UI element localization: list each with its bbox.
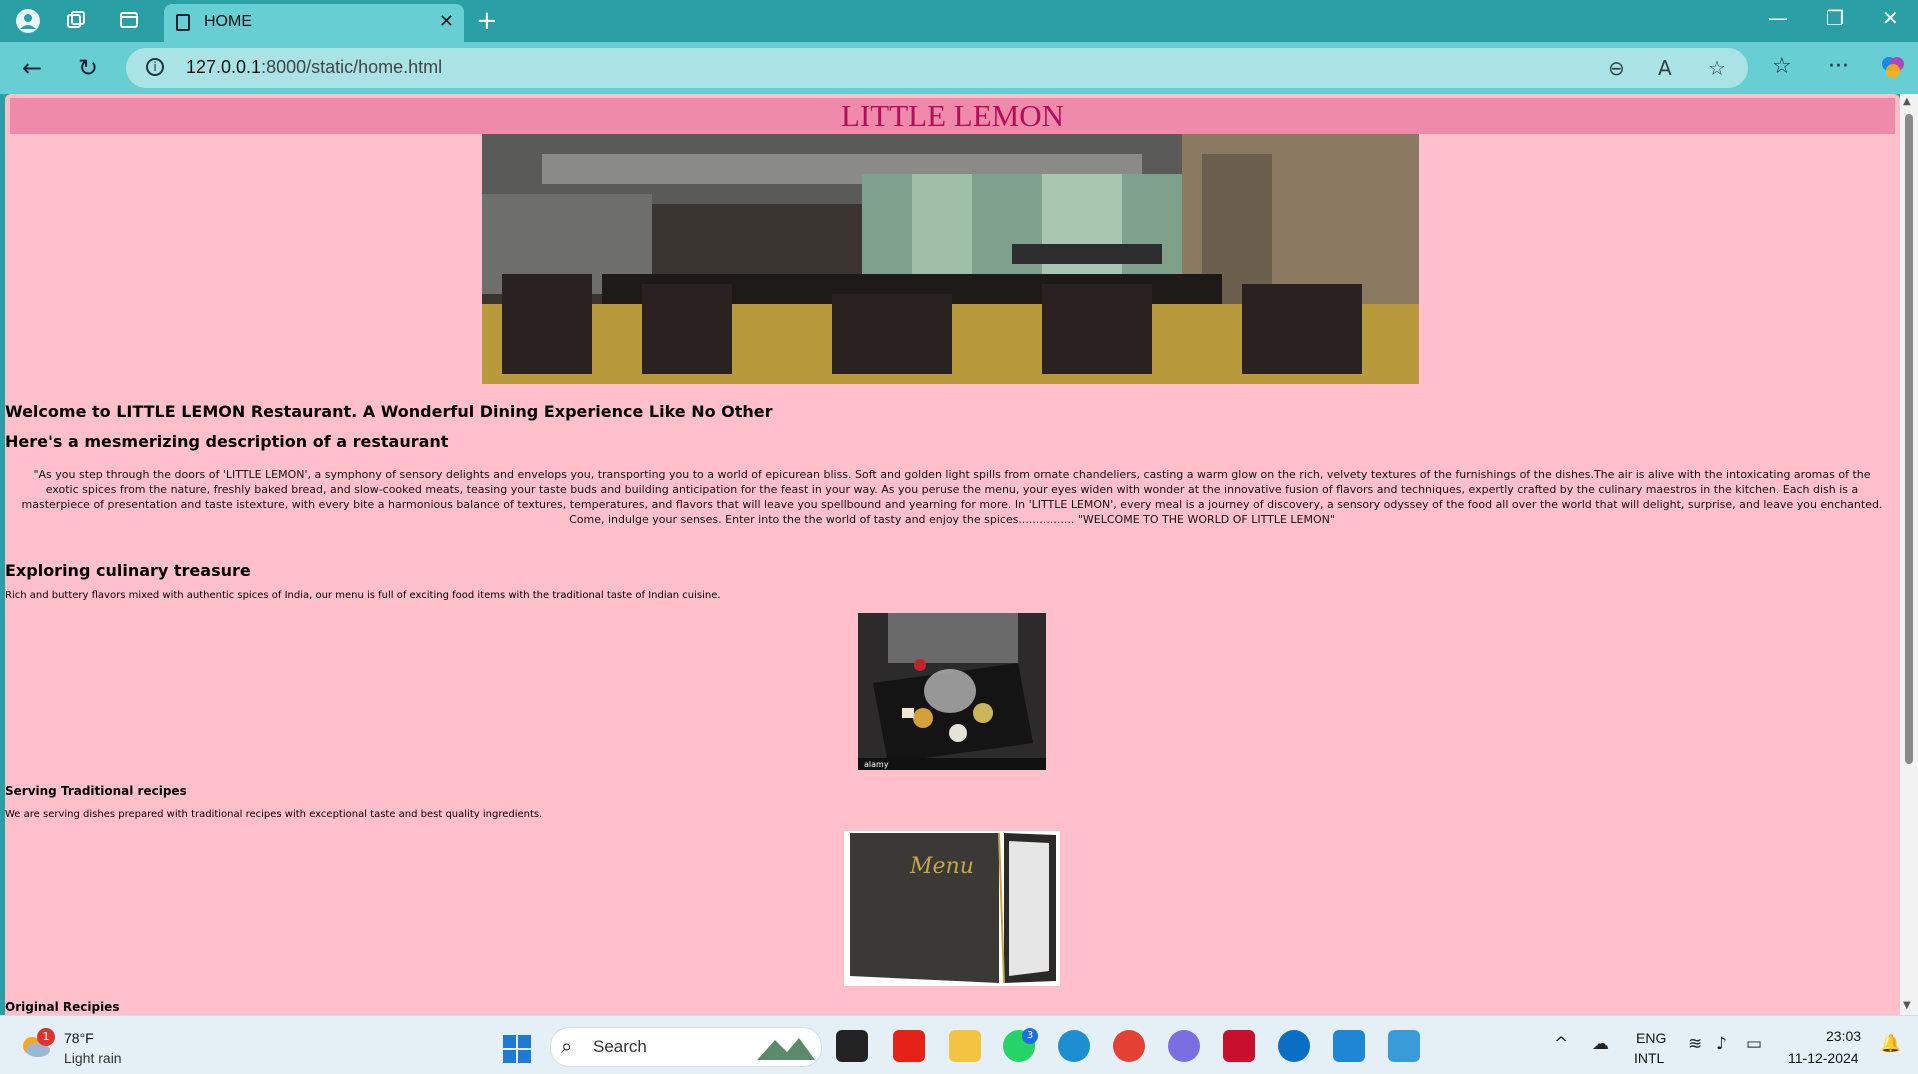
profile-icon[interactable] (16, 9, 40, 33)
minimize-icon[interactable]: — (1768, 6, 1788, 30)
scroll-up-icon[interactable]: ▲ (1903, 96, 1911, 107)
onedrive-icon[interactable]: ☁ (1592, 1034, 1609, 1054)
explore-heading: Exploring culinary treasure (5, 561, 251, 580)
serving-text: We are serving dishes prepared with trad… (5, 809, 543, 820)
mcafee-icon[interactable] (1223, 1030, 1255, 1062)
search-highlight-icon (757, 1038, 815, 1060)
tab-home[interactable]: HOME ✕ (164, 4, 464, 42)
favorites-icon[interactable]: ☆ (1772, 54, 1792, 79)
photos-icon[interactable] (1388, 1030, 1420, 1062)
page-viewport: LITTLE LEMON Welcome to LITTLE LEMON Res… (5, 94, 1900, 1015)
back-icon[interactable]: ← (22, 54, 42, 82)
task-view-icon[interactable] (836, 1030, 868, 1062)
restaurant-interior-image (482, 134, 1419, 384)
clock-time[interactable]: 23:03 (1826, 1028, 1861, 1044)
language-line2[interactable]: INTL (1634, 1050, 1664, 1066)
menu-cover-text: Menu (909, 854, 974, 879)
edge-icon[interactable] (1058, 1030, 1090, 1062)
wifi-icon[interactable]: ≋ (1688, 1034, 1702, 1054)
windows-taskbar: 1 78°F Light rain ⌕ Search 3 ^ ☁ ENG INT… (0, 1015, 1918, 1074)
address-bar[interactable]: i 127.0.0.1:8000/static/home.html ⊖ A ☆ (126, 48, 1748, 88)
scroll-thumb[interactable] (1905, 114, 1913, 764)
windows-start-icon[interactable] (503, 1035, 531, 1063)
description-paragraph: "As you step through the doors of 'LITTL… (21, 468, 1883, 526)
tab-title: HOME (204, 13, 252, 30)
temperature[interactable]: 78°F (64, 1030, 94, 1046)
favorite-star-icon[interactable]: ☆ (1708, 56, 1726, 80)
food-image-watermark: alamy (864, 760, 889, 769)
welcome-heading: Welcome to LITTLE LEMON Restaurant. A Wo… (5, 402, 773, 421)
dell-icon[interactable] (1278, 1030, 1310, 1062)
food-platter-image: alamy (858, 613, 1046, 770)
clock-date[interactable]: 11-12-2024 (1788, 1050, 1859, 1066)
zoom-icon[interactable]: ⊖ (1608, 56, 1625, 80)
page-icon (176, 14, 190, 31)
search-placeholder: Search (593, 1037, 647, 1056)
copilot-icon[interactable] (1880, 54, 1906, 86)
notification-bell-icon[interactable]: 🔔 (1880, 1034, 1901, 1054)
explore-text: Rich and buttery flavors mixed with auth… (5, 590, 721, 601)
language-line1[interactable]: ENG (1636, 1030, 1666, 1046)
taskbar-search[interactable]: ⌕ Search (550, 1027, 822, 1067)
more-options-icon[interactable]: ··· (1828, 54, 1849, 79)
restore-icon[interactable]: ❐ (1826, 6, 1844, 30)
url-text[interactable]: 127.0.0.1:8000/static/home.html (186, 57, 442, 78)
whatsapp-badge: 3 (1022, 1028, 1038, 1044)
browser-toolbar: ← ↻ i 127.0.0.1:8000/static/home.html ⊖ … (0, 42, 1918, 94)
scroll-down-icon[interactable]: ▼ (1903, 1000, 1911, 1011)
site-header: LITTLE LEMON (10, 98, 1895, 134)
browser-titlebar: HOME ✕ + — ❐ ✕ (0, 0, 1918, 42)
page-scrollbar[interactable]: ▲ ▼ (1900, 94, 1918, 1015)
menu-book-image: Menu (844, 831, 1060, 986)
description-heading: Here's a mesmerizing description of a re… (5, 432, 449, 451)
file-explorer-icon[interactable] (949, 1030, 981, 1062)
battery-icon[interactable]: ▭ (1746, 1034, 1762, 1054)
new-tab-icon[interactable]: + (476, 6, 498, 36)
site-info-icon[interactable]: i (146, 58, 164, 76)
youtube-icon[interactable] (893, 1030, 925, 1062)
search-icon: ⌕ (561, 1034, 573, 1058)
chrome-icon[interactable] (1113, 1030, 1145, 1062)
refresh-icon[interactable]: ↻ (78, 54, 98, 82)
read-aloud-icon[interactable]: A (1658, 56, 1672, 80)
weather-condition[interactable]: Light rain (64, 1050, 122, 1066)
site-title: LITTLE LEMON (841, 98, 1064, 133)
workspaces-icon[interactable] (64, 9, 88, 33)
close-window-icon[interactable]: ✕ (1882, 6, 1899, 30)
tab-actions-icon[interactable] (117, 9, 141, 33)
close-tab-icon[interactable]: ✕ (439, 11, 454, 32)
weather-badge: 1 (37, 1028, 55, 1046)
serving-heading: Serving Traditional recipes (5, 784, 187, 798)
vscode-icon[interactable] (1333, 1030, 1365, 1062)
original-heading: Original Recipies (5, 1000, 120, 1014)
copilot-app-icon[interactable] (1168, 1030, 1200, 1062)
show-hidden-icons[interactable]: ^ (1554, 1034, 1568, 1054)
volume-icon[interactable]: ♪ (1716, 1034, 1727, 1054)
